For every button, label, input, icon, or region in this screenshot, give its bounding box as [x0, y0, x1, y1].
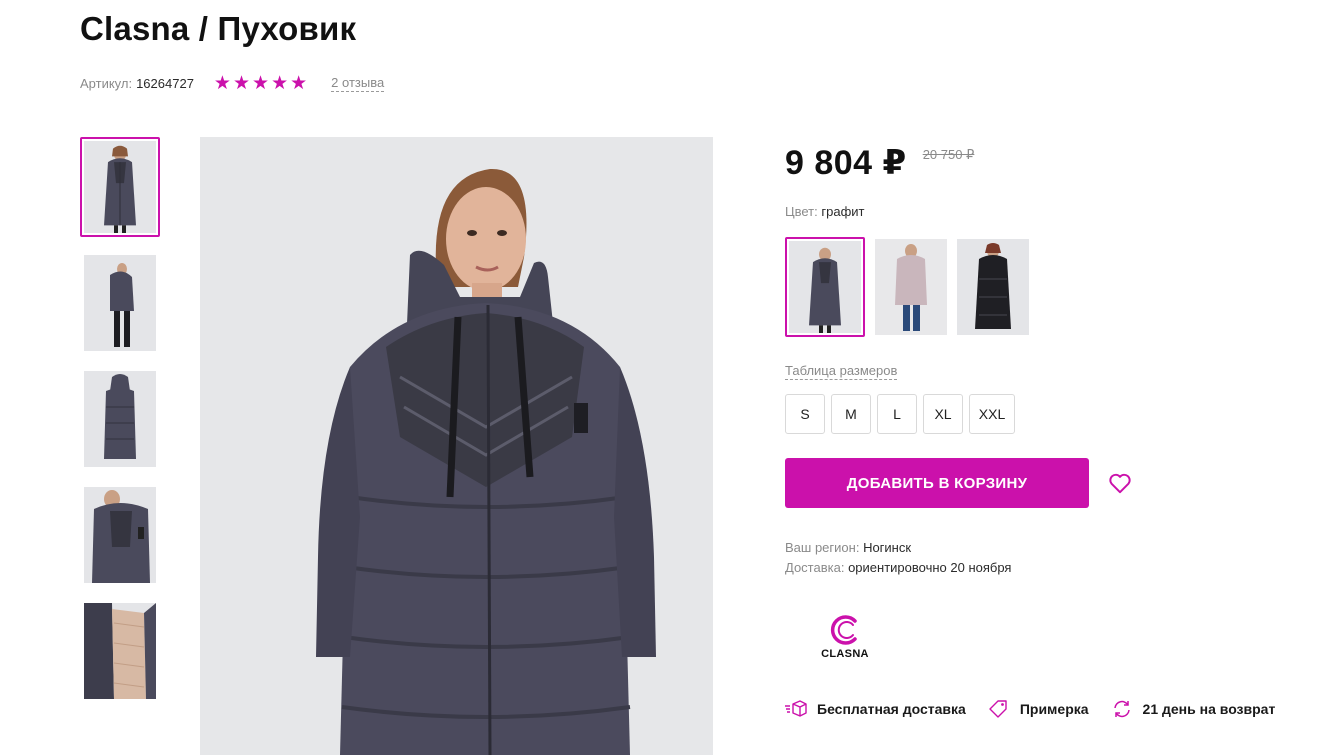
star-icon: ★: [271, 72, 289, 94]
perk-try-on-label: Примерка: [1019, 701, 1089, 717]
perk-free-delivery-label: Бесплатная доставка: [817, 701, 966, 717]
color-pink-image: [875, 239, 947, 335]
thumbnail-back-image: [84, 371, 156, 467]
color-value: графит: [821, 204, 865, 219]
product-title: Clasna / Пуховик: [80, 10, 357, 47]
delivery-info: Ваш регион: Ногинск Доставка: ориентиров…: [785, 538, 1011, 578]
brand-logo[interactable]: CLASNA: [815, 613, 875, 663]
perks-bar: Бесплатная доставка Примерка 21 день на …: [785, 700, 1297, 718]
sku-value: 16264727: [136, 75, 194, 91]
color-options: [785, 237, 1029, 337]
color-option-pink[interactable]: [875, 239, 947, 335]
price-row: 9 804 ₽ 20 750 ₽: [785, 143, 974, 183]
perk-try-on: Примерка: [988, 700, 1089, 718]
size-option-l[interactable]: L: [877, 394, 917, 434]
perk-return: 21 день на возврат: [1111, 700, 1276, 718]
heart-icon: [1109, 473, 1131, 494]
size-option-m[interactable]: M: [831, 394, 871, 434]
thumbnail-lining[interactable]: [84, 603, 156, 699]
perk-return-label: 21 день на возврат: [1142, 701, 1276, 717]
color-option-black[interactable]: [957, 239, 1029, 335]
reviews-link[interactable]: 2 отзыва: [331, 75, 385, 92]
box-icon: [785, 700, 807, 718]
region-line: Ваш регион: Ногинск: [785, 538, 1011, 558]
main-product-illustration: [200, 137, 713, 755]
brand-name: CLASNA: [821, 648, 869, 660]
thumbnail-front[interactable]: [80, 137, 160, 237]
region-value[interactable]: Ногинск: [863, 540, 911, 555]
refresh-icon: [1111, 700, 1133, 718]
color-label: Цвет:: [785, 204, 818, 219]
color-black-image: [957, 239, 1029, 335]
brand-logo-mark: [830, 615, 857, 645]
product-meta: Артикул: 16264727 ★ ★ ★ ★ ★ 2 отзыва: [80, 72, 385, 94]
star-icon: ★: [232, 72, 251, 94]
size-selector: S M L XL XXL: [785, 394, 1015, 434]
color-option-graphite[interactable]: [785, 237, 865, 337]
old-price: 20 750 ₽: [922, 147, 975, 162]
color-graphite-image: [789, 241, 861, 333]
star-icon: ★: [290, 72, 308, 94]
region-label: Ваш регион:: [785, 540, 860, 555]
thumbnail-front-image: [84, 141, 156, 233]
size-option-xl[interactable]: XL: [923, 394, 963, 434]
thumbnail-lining-image: [84, 603, 156, 699]
sku-label: Артикул:: [80, 75, 133, 91]
current-price: 9 804 ₽: [785, 144, 907, 182]
thumbnail-side[interactable]: [84, 255, 156, 351]
size-table-link[interactable]: Таблица размеров: [785, 363, 898, 380]
thumbnail-side-image: [84, 255, 156, 351]
tag-icon: [988, 700, 1010, 718]
star-icon: ★: [252, 72, 270, 94]
delivery-line: Доставка: ориентировочно 20 ноября: [785, 558, 1011, 578]
main-product-image[interactable]: [200, 137, 713, 755]
delivery-value: ориентировочно 20 ноября: [848, 560, 1012, 575]
color-line: Цвет: графит: [785, 204, 865, 219]
size-option-xxl[interactable]: XXL: [969, 394, 1015, 434]
add-to-cart-button[interactable]: ДОБАВИТЬ В КОРЗИНУ: [785, 458, 1089, 508]
perk-free-delivery: Бесплатная доставка: [785, 700, 966, 718]
rating-stars: ★ ★ ★ ★ ★: [214, 74, 307, 93]
star-icon: ★: [213, 72, 231, 94]
delivery-label: Доставка:: [785, 560, 845, 575]
favorite-button[interactable]: [1107, 470, 1133, 496]
thumbnail-detail[interactable]: [84, 487, 156, 583]
thumbnail-detail-image: [84, 487, 156, 583]
thumbnail-back[interactable]: [84, 371, 156, 467]
size-option-s[interactable]: S: [785, 394, 825, 434]
